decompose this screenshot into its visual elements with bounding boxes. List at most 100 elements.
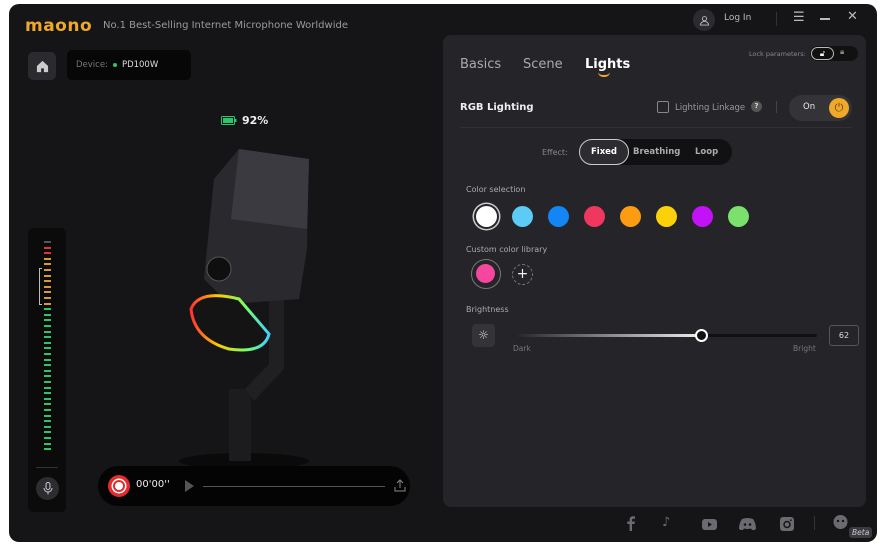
level-meter-bar	[44, 386, 51, 389]
unlock-icon: 🔓︎	[811, 47, 834, 60]
level-meter-bar	[44, 325, 51, 327]
microphone-image	[179, 149, 309, 469]
effect-breathing[interactable]: Breathing	[633, 147, 680, 157]
level-meter	[28, 228, 66, 512]
tab-basics[interactable]: Basics	[460, 57, 501, 72]
level-meter-bar	[44, 392, 51, 395]
effect-label: Effect:	[542, 148, 568, 157]
custom-color-swatch[interactable]	[471, 259, 501, 289]
device-selector[interactable]: Device: PD100W	[67, 50, 191, 80]
level-meter-bar	[44, 280, 51, 283]
level-meter-bar	[44, 358, 51, 361]
color-swatch[interactable]	[656, 206, 677, 227]
export-icon[interactable]	[394, 479, 406, 492]
linkage-label: Lighting Linkage	[675, 103, 746, 113]
level-meter-bar	[44, 246, 51, 249]
color-swatch[interactable]	[692, 206, 713, 227]
play-button[interactable]	[185, 480, 194, 492]
effect-selector: Fixed Breathing Loop	[579, 139, 732, 165]
divider	[460, 127, 852, 128]
level-meter-bar	[44, 448, 51, 451]
minimize-button[interactable]	[820, 18, 830, 20]
home-icon	[36, 60, 48, 72]
lighting-linkage-checkbox[interactable]	[657, 101, 669, 113]
level-meter-bar	[44, 336, 51, 339]
divider	[814, 516, 815, 530]
level-meter-bar	[44, 263, 51, 266]
level-meter-bar	[44, 257, 51, 260]
help-icon[interactable]: ?	[751, 101, 762, 112]
add-custom-color-button[interactable]: +	[512, 264, 533, 285]
recorder-bar: 00'00''	[98, 466, 410, 506]
level-meter-bar	[44, 437, 51, 439]
brightness-max-label: Bright	[793, 344, 816, 353]
level-meter-bar	[44, 414, 51, 417]
level-meter-bar	[44, 431, 51, 434]
level-range-marker	[39, 268, 42, 305]
level-meter-bar	[44, 397, 51, 400]
app-window: maono No.1 Best-Selling Internet Microph…	[9, 4, 877, 542]
device-label: Device:	[76, 60, 108, 70]
brightness-min-label: Dark	[513, 344, 531, 353]
lock-label: Lock parameters:	[749, 50, 806, 58]
color-swatch[interactable]	[548, 206, 569, 227]
lock-toggle[interactable]: 🔓︎ 🔒︎	[810, 46, 858, 61]
record-icon	[113, 480, 125, 492]
color-swatch[interactable]	[584, 206, 605, 227]
level-meter-bar	[44, 291, 51, 294]
level-meter-bar	[44, 241, 51, 243]
slogan: No.1 Best-Selling Internet Microphone Wo…	[103, 20, 348, 31]
user-icon[interactable]	[693, 9, 715, 31]
close-button[interactable]: ✕	[847, 9, 858, 24]
battery-percent: 92%	[242, 114, 269, 127]
active-tab-indicator	[598, 72, 610, 77]
color-swatch[interactable]	[512, 206, 533, 227]
brightness-label: Brightness	[466, 305, 509, 314]
instagram-icon[interactable]	[780, 517, 794, 531]
level-meter-bar	[44, 347, 51, 350]
color-swatch[interactable]	[728, 206, 749, 227]
section-title: RGB Lighting	[460, 102, 534, 113]
record-button[interactable]	[108, 475, 130, 497]
color-swatch[interactable]	[620, 206, 641, 227]
tab-scene[interactable]: Scene	[523, 57, 563, 72]
brightness-slider-thumb[interactable]	[695, 329, 709, 342]
power-icon: ⏻	[829, 98, 849, 118]
device-name: PD100W	[121, 60, 159, 70]
level-meter-bar	[44, 302, 51, 305]
level-meter-bar	[44, 409, 51, 411]
tiktok-icon[interactable]: ♪	[662, 515, 670, 530]
power-toggle[interactable]: On ⏻	[789, 95, 852, 121]
custom-color-fill	[476, 264, 495, 283]
color-swatch[interactable]	[476, 206, 497, 227]
level-meter-bar	[44, 341, 51, 344]
facebook-icon[interactable]	[626, 516, 636, 531]
settings-panel: Basics Scene Lights Lock parameters: 🔓︎ …	[443, 35, 866, 507]
custom-color-label: Custom color library	[466, 245, 548, 254]
divider	[36, 467, 58, 468]
brightness-icon: ☼	[472, 324, 495, 347]
brightness-value-input[interactable]: 62	[829, 325, 859, 346]
youtube-icon[interactable]	[702, 519, 717, 530]
divider	[776, 12, 777, 26]
level-meter-bar	[44, 330, 51, 333]
power-label: On	[803, 102, 816, 112]
login-button[interactable]: Log In	[724, 13, 751, 23]
mic-mute-button[interactable]	[36, 477, 59, 500]
brightness-slider[interactable]	[513, 329, 817, 342]
playback-progress[interactable]	[203, 486, 385, 487]
effect-fixed[interactable]: Fixed	[579, 139, 629, 165]
tab-lights[interactable]: Lights	[585, 57, 630, 72]
home-button[interactable]	[28, 52, 56, 80]
level-meter-bar	[44, 252, 51, 255]
battery-status: 92%	[221, 114, 268, 127]
divider	[776, 101, 777, 113]
level-meter-bar	[44, 375, 51, 378]
level-meter-bar	[44, 442, 51, 445]
level-meter-bar	[44, 425, 51, 428]
effect-loop[interactable]: Loop	[695, 147, 718, 157]
discord-icon[interactable]	[739, 518, 756, 530]
menu-icon[interactable]: ☰	[793, 10, 805, 25]
chat-bot-icon[interactable]	[833, 515, 848, 530]
level-meter-bar	[44, 369, 51, 372]
